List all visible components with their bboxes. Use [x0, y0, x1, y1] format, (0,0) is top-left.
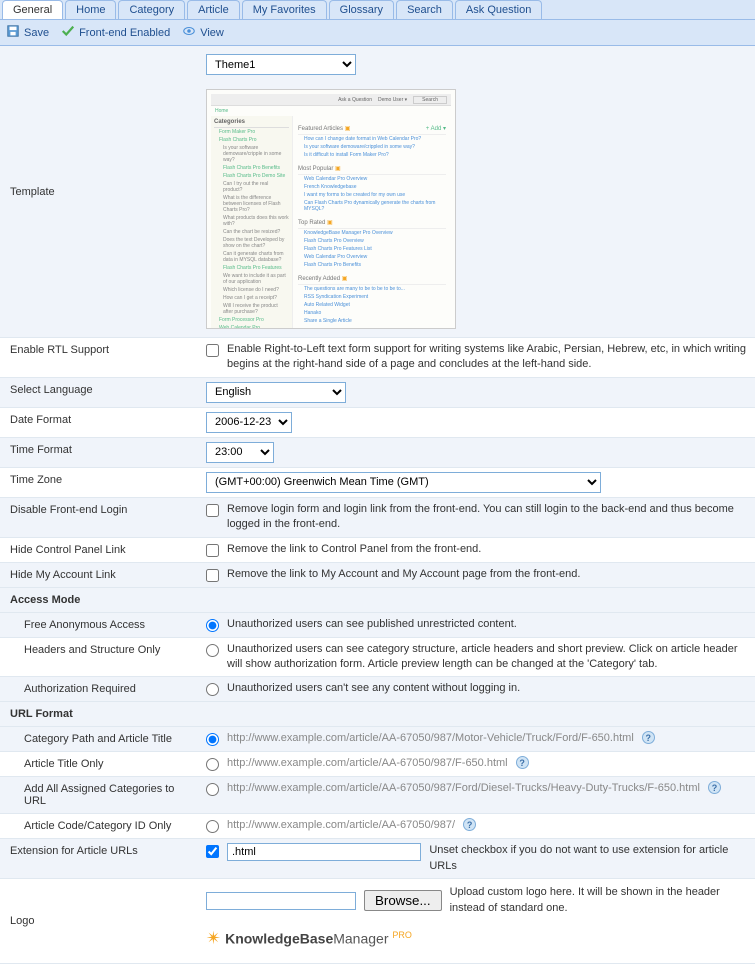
url-title-radio[interactable] [206, 758, 219, 771]
access-mode-header: Access Mode [0, 588, 755, 613]
access-headers-label: Headers and Structure Only [0, 638, 200, 677]
url-code-radio[interactable] [206, 820, 219, 833]
view-button[interactable]: View [182, 24, 224, 41]
tab-category[interactable]: Category [118, 0, 185, 19]
time-format-select[interactable]: 23:00 [206, 442, 274, 463]
disable-login-label: Disable Front-end Login [0, 498, 200, 537]
tab-favorites[interactable]: My Favorites [242, 0, 327, 19]
extension-desc: Unset checkbox if you do not want to use… [429, 843, 749, 874]
hide-account-label: Hide My Account Link [0, 563, 200, 587]
logo-path-input[interactable] [206, 892, 356, 910]
help-icon[interactable]: ? [642, 731, 655, 744]
disable-login-checkbox[interactable] [206, 504, 219, 517]
kb-logo: ✴ KnowledgeBaseManager PRO [206, 924, 412, 953]
hide-cp-label: Hide Control Panel Link [0, 538, 200, 562]
hide-account-checkbox[interactable] [206, 569, 219, 582]
hide-cp-checkbox[interactable] [206, 544, 219, 557]
access-free-radio[interactable] [206, 619, 219, 632]
url-catpath-radio[interactable] [206, 733, 219, 746]
template-label: Template [0, 180, 200, 204]
save-button[interactable]: Save [6, 24, 49, 41]
frontend-toggle[interactable]: Front-end Enabled [61, 24, 170, 41]
date-format-select[interactable]: 2006-12-23 [206, 412, 292, 433]
logo-label: Logo [0, 909, 200, 933]
hide-cp-desc: Remove the link to Control Panel from th… [227, 542, 481, 557]
language-label: Select Language [0, 378, 200, 407]
tab-glossary[interactable]: Glossary [329, 0, 394, 19]
eye-icon [182, 24, 196, 41]
url-allcat-radio[interactable] [206, 783, 219, 796]
language-select[interactable]: English [206, 382, 346, 403]
tab-ask-question[interactable]: Ask Question [455, 0, 542, 19]
gear-icon: ✴ [206, 928, 221, 949]
tab-article[interactable]: Article [187, 0, 240, 19]
extension-label: Extension for Article URLs [0, 839, 200, 878]
help-icon[interactable]: ? [516, 756, 529, 769]
toolbar: Save Front-end Enabled View [0, 20, 755, 46]
save-label: Save [24, 27, 49, 39]
url-code-label: Article Code/Category ID Only [0, 814, 200, 838]
extension-input[interactable] [227, 843, 421, 861]
access-auth-desc: Unauthorized users can't see any content… [227, 681, 520, 696]
url-format-header: URL Format [0, 702, 755, 727]
hide-account-desc: Remove the link to My Account and My Acc… [227, 567, 580, 582]
url-title-url: http://www.example.com/article/AA-67050/… [227, 756, 508, 771]
tab-search[interactable]: Search [396, 0, 453, 19]
rtl-checkbox[interactable] [206, 344, 219, 357]
url-title-label: Article Title Only [0, 752, 200, 776]
rtl-label: Enable RTL Support [0, 338, 200, 377]
access-auth-label: Authorization Required [0, 677, 200, 701]
disable-login-desc: Remove login form and login link from th… [227, 502, 749, 533]
browse-button[interactable]: Browse... [364, 890, 442, 911]
logo-desc: Upload custom logo here. It will be show… [450, 885, 749, 916]
time-zone-select[interactable]: (GMT+00:00) Greenwich Mean Time (GMT) [206, 472, 601, 493]
template-preview: Ask a QuestionDemo User ▾Search Home Cat… [206, 89, 456, 329]
access-free-desc: Unauthorized users can see published unr… [227, 617, 517, 632]
tab-home[interactable]: Home [65, 0, 116, 19]
save-icon [6, 24, 20, 41]
access-headers-radio[interactable] [206, 644, 219, 657]
help-icon[interactable]: ? [463, 818, 476, 831]
help-icon[interactable]: ? [708, 781, 721, 794]
tab-bar: General Home Category Article My Favorit… [0, 0, 755, 20]
rtl-desc: Enable Right-to-Left text form support f… [227, 342, 749, 373]
url-catpath-label: Category Path and Article Title [0, 727, 200, 751]
view-label: View [200, 27, 224, 39]
url-allcat-url: http://www.example.com/article/AA-67050/… [227, 781, 700, 796]
template-select[interactable]: Theme1 [206, 54, 356, 75]
access-auth-radio[interactable] [206, 683, 219, 696]
date-format-label: Date Format [0, 408, 200, 437]
url-allcat-label: Add All Assigned Categories to URL [0, 777, 200, 813]
extension-checkbox[interactable] [206, 845, 219, 858]
url-code-url: http://www.example.com/article/AA-67050/… [227, 818, 455, 833]
frontend-label: Front-end Enabled [79, 27, 170, 39]
url-catpath-url: http://www.example.com/article/AA-67050/… [227, 731, 634, 746]
access-headers-desc: Unauthorized users can see category stru… [227, 642, 749, 673]
time-zone-label: Time Zone [0, 468, 200, 497]
check-icon [61, 24, 75, 41]
access-free-label: Free Anonymous Access [0, 613, 200, 637]
time-format-label: Time Format [0, 438, 200, 467]
tab-general[interactable]: General [2, 0, 63, 19]
